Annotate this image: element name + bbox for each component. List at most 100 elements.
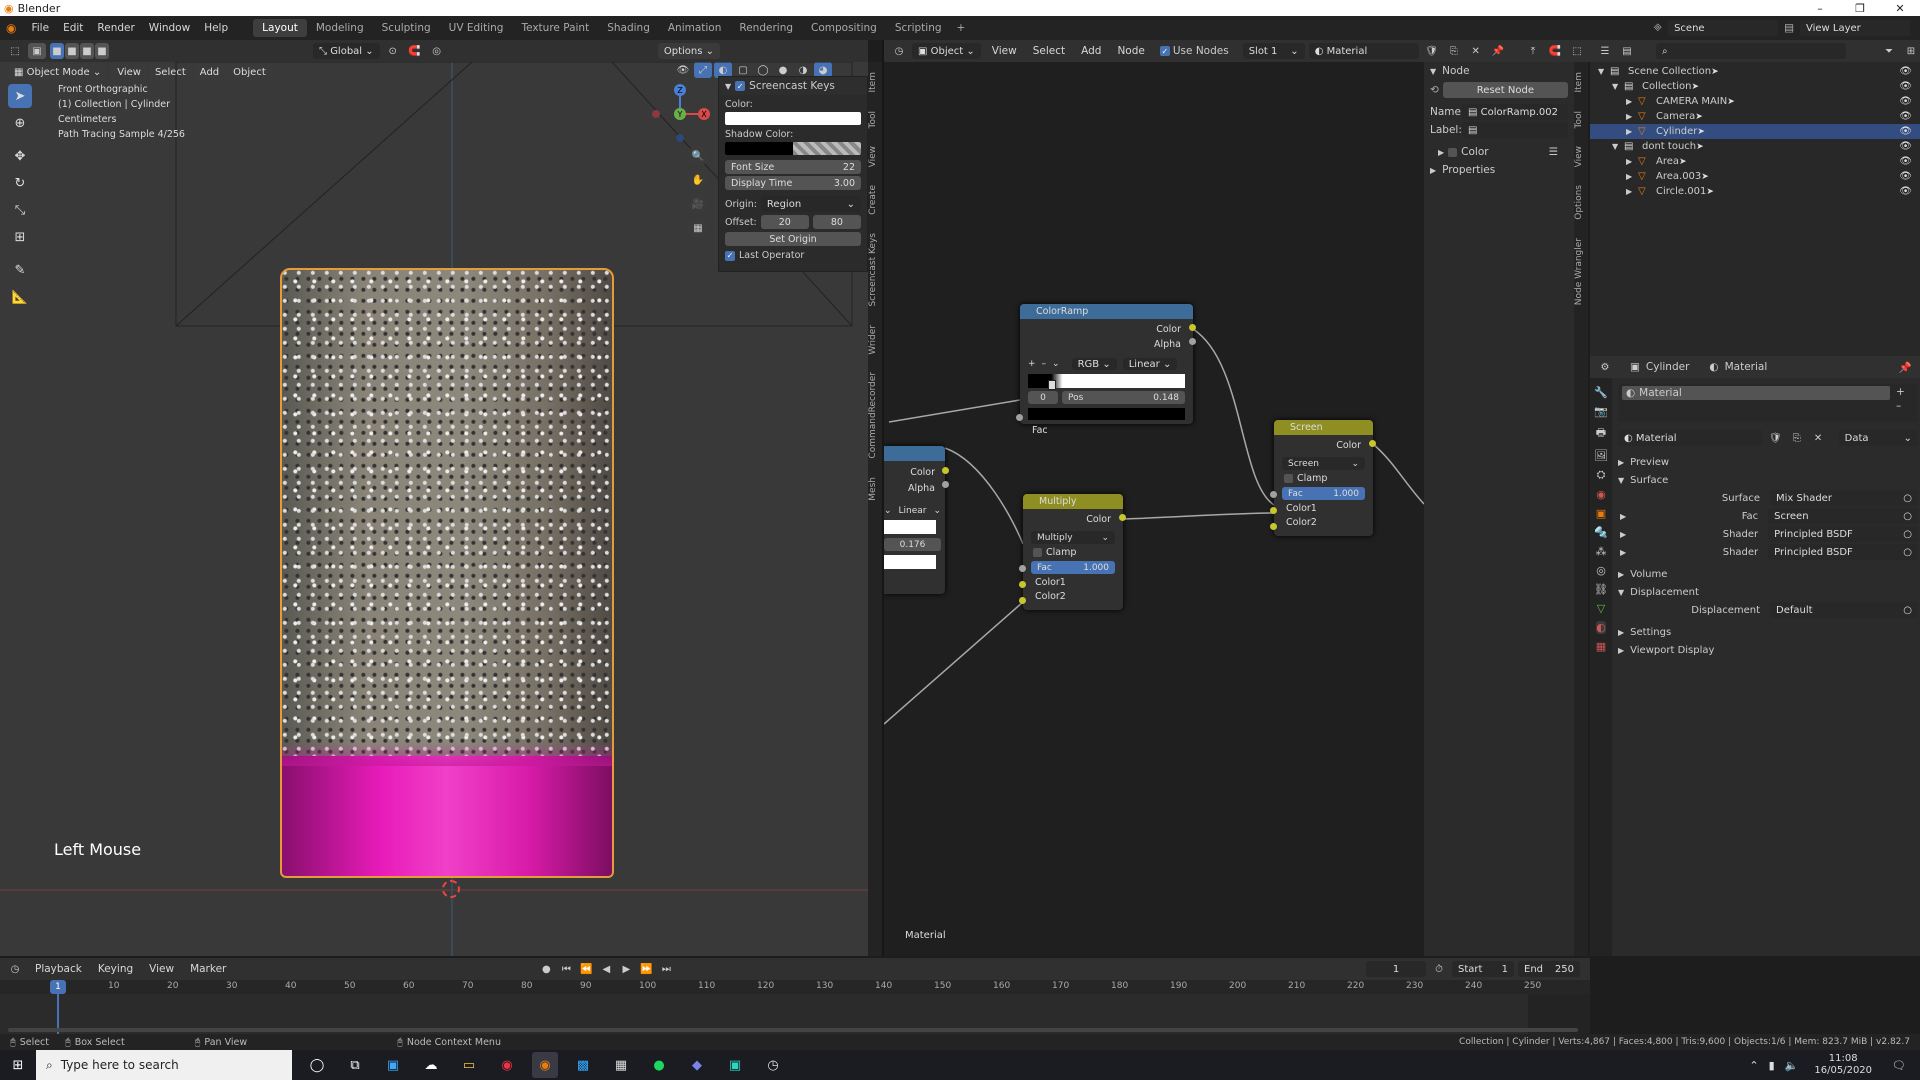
colorramp-color-socket[interactable] — [1189, 324, 1196, 331]
selectable-arrow-icon[interactable]: ➤ — [1706, 187, 1714, 197]
shader2-field[interactable]: Principled BSDF ○ — [1768, 544, 1918, 560]
partial-stop-color[interactable] — [884, 555, 936, 569]
sidebar-tab-commandrecorder[interactable]: CommandRecorder — [868, 366, 882, 465]
prev-keyframe-icon[interactable]: ⏪ — [577, 961, 595, 977]
measure-tool-icon[interactable]: 📐 — [8, 285, 32, 309]
colorramp-header[interactable]: ColorRamp — [1020, 304, 1193, 319]
filter-icon[interactable]: ⏷ — [1880, 43, 1898, 59]
notifications-icon[interactable]: 🗨 — [1892, 1059, 1906, 1072]
multiply-header[interactable]: Multiply — [1023, 494, 1123, 509]
slot-dropdown[interactable]: Slot 1 ⌄ — [1242, 43, 1305, 59]
menu-file[interactable]: File — [24, 22, 56, 34]
node-section-header[interactable]: ▼ Node — [1424, 62, 1574, 80]
app-icon-2[interactable]: ▣ — [722, 1052, 748, 1078]
view-layer-tab-icon[interactable]: 🖼 — [1594, 449, 1608, 462]
color-swatch[interactable] — [725, 112, 861, 125]
snap-icon[interactable]: 🧲 — [406, 43, 424, 59]
multiply-blend-dropdown[interactable]: Multiply ⌄ — [1031, 531, 1115, 544]
sidebar-tab-item[interactable]: Item — [868, 66, 882, 99]
move-tool-icon[interactable]: ✥ — [8, 144, 32, 168]
node-color-checkbox[interactable] — [1448, 147, 1458, 157]
node-name-field[interactable]: ▤ ColorRamp.002 — [1462, 104, 1568, 120]
timeline-menu-playback[interactable]: Playback — [28, 963, 89, 975]
colorramp-fac-socket[interactable] — [1016, 414, 1023, 421]
pan-icon[interactable]: ✋ — [688, 170, 708, 190]
displacement-field[interactable]: Default ○ — [1770, 602, 1918, 618]
menu-edit[interactable]: Edit — [56, 22, 90, 34]
ortho-toggle-icon[interactable]: ▦ — [688, 218, 708, 238]
cortana-icon[interactable]: ◯ — [304, 1052, 330, 1078]
orientation-dropdown[interactable]: ⤡ Global ⌄ — [313, 43, 380, 59]
tab-shading[interactable]: Shading — [598, 19, 659, 37]
enable-checkbox[interactable]: ✓ — [735, 81, 746, 91]
outliner-row[interactable]: ▶ ▽ Circle.001 ➤ 👁 — [1590, 184, 1920, 199]
pivot-icon[interactable]: ⊙ — [384, 43, 402, 59]
node-sidebar-tab-options[interactable]: Options — [1574, 179, 1588, 226]
selectable-arrow-icon[interactable]: ➤ — [1696, 142, 1704, 152]
blender-menu-icon[interactable]: ◉ — [0, 21, 24, 35]
multiply-color1-socket[interactable] — [1019, 581, 1026, 588]
jump-start-icon[interactable]: ⏮ — [557, 961, 575, 977]
tab-modeling[interactable]: Modeling — [307, 19, 373, 37]
play-icon[interactable]: ▶ — [617, 961, 635, 977]
multiply-clamp-checkbox[interactable] — [1033, 548, 1042, 557]
unlink-material-icon[interactable]: ✕ — [1467, 43, 1485, 59]
stop-index-field[interactable]: 0 — [1028, 391, 1058, 404]
expand-icon[interactable]: ▼ — [1612, 142, 1624, 151]
multiply-fac-socket[interactable] — [1019, 565, 1026, 572]
close-button[interactable]: ✕ — [1880, 2, 1920, 15]
node-editor[interactable]: Color Alpha ⌄ Linear ⌄ 0.176 ColorRamp Col… — [884, 62, 1424, 956]
expand-icon[interactable]: ▶ — [1430, 166, 1436, 175]
partial-color-socket[interactable] — [942, 467, 949, 474]
outliner-row[interactable]: ▶ ▽ CAMERA MAIN ➤ 👁 — [1590, 94, 1920, 109]
fake-user-icon[interactable]: 🛡 — [1423, 43, 1441, 59]
new-material-icon[interactable]: ⎘ — [1788, 430, 1805, 446]
last-operator-checkbox[interactable]: ✓ — [725, 250, 735, 261]
multiply-node[interactable]: Multiply Color Multiply ⌄ Clamp Fac 1.000 … — [1019, 494, 1126, 610]
particles-tab-icon[interactable]: ⁂ — [1596, 545, 1607, 558]
surface-shader-field[interactable]: Mix Shader ○ — [1770, 490, 1918, 506]
collapse-icon[interactable]: ▼ — [725, 82, 731, 91]
fac-input-field[interactable]: Screen ○ — [1768, 508, 1918, 524]
ramp-specials-button[interactable]: ⌄ — [1052, 359, 1060, 369]
shadow-color-swatch[interactable] — [725, 142, 861, 155]
multiply-fac-field[interactable]: Fac 1.000 — [1031, 561, 1115, 574]
outliner-row[interactable]: ▶ ▽ Cylinder ➤ 👁 — [1590, 124, 1920, 139]
screen-out-socket[interactable] — [1369, 440, 1376, 447]
interpolation-dropdown[interactable]: Linear ⌄ — [1122, 358, 1178, 370]
new-collection-icon[interactable]: ⊞ — [1902, 43, 1920, 59]
pin-icon[interactable]: 📌 — [1899, 361, 1912, 374]
sidebar-tab-mesh[interactable]: Mesh — [868, 471, 882, 507]
selectable-arrow-icon[interactable]: ➤ — [1711, 67, 1719, 77]
timeline-editor-type-icon[interactable]: ◷ — [6, 961, 24, 977]
teams-icon[interactable]: ◆ — [684, 1052, 710, 1078]
use-nodes-checkbox[interactable]: ✓ — [1159, 46, 1170, 56]
clock-app-icon[interactable]: ◷ — [760, 1052, 786, 1078]
partial-pos-field[interactable]: 0.176 — [884, 538, 941, 551]
select-mode-icon[interactable]: ▣ — [28, 43, 46, 59]
3d-cursor-icon[interactable] — [442, 880, 460, 898]
record-icon[interactable]: ● — [537, 961, 555, 977]
use-nodes-toggle[interactable]: ✓ Use Nodes — [1159, 45, 1229, 57]
tab-texture-paint[interactable]: Texture Paint — [512, 19, 598, 37]
constraints-tab-icon[interactable]: ⛓ — [1594, 583, 1608, 596]
screen-clamp-toggle[interactable]: Clamp — [1284, 473, 1363, 484]
camera-view-icon[interactable]: 🎥 — [688, 194, 708, 214]
tab-rendering[interactable]: Rendering — [730, 19, 802, 37]
editor-type-icon[interactable]: ⬚ — [6, 43, 24, 59]
modifier-tab-icon[interactable]: 🔩 — [1594, 526, 1608, 539]
physics-tab-icon[interactable]: ◎ — [1596, 564, 1606, 577]
color-ramp-bar[interactable] — [1028, 374, 1185, 390]
preview-section[interactable]: ▶ Preview — [1618, 454, 1918, 470]
viewport-display-section[interactable]: ▶ Viewport Display — [1618, 642, 1918, 658]
zoom-icon[interactable]: 🔍 — [688, 146, 708, 166]
last-operator-toggle[interactable]: ✓ Last Operator — [725, 250, 861, 261]
stop-color-swatch[interactable] — [1028, 408, 1185, 420]
parent-node-tree-icon[interactable]: ⤒ — [1524, 43, 1542, 59]
scene-tab-icon[interactable]: ⛭ — [1597, 468, 1606, 482]
file-explorer-icon[interactable]: ▭ — [456, 1052, 482, 1078]
node-sidebar-tab-item[interactable]: Item — [1574, 66, 1588, 99]
selectable-arrow-icon[interactable]: ➤ — [1727, 97, 1735, 107]
sidebar-tab-wrider[interactable]: Wrider — [868, 319, 882, 361]
multiply-out-socket[interactable] — [1119, 514, 1126, 521]
